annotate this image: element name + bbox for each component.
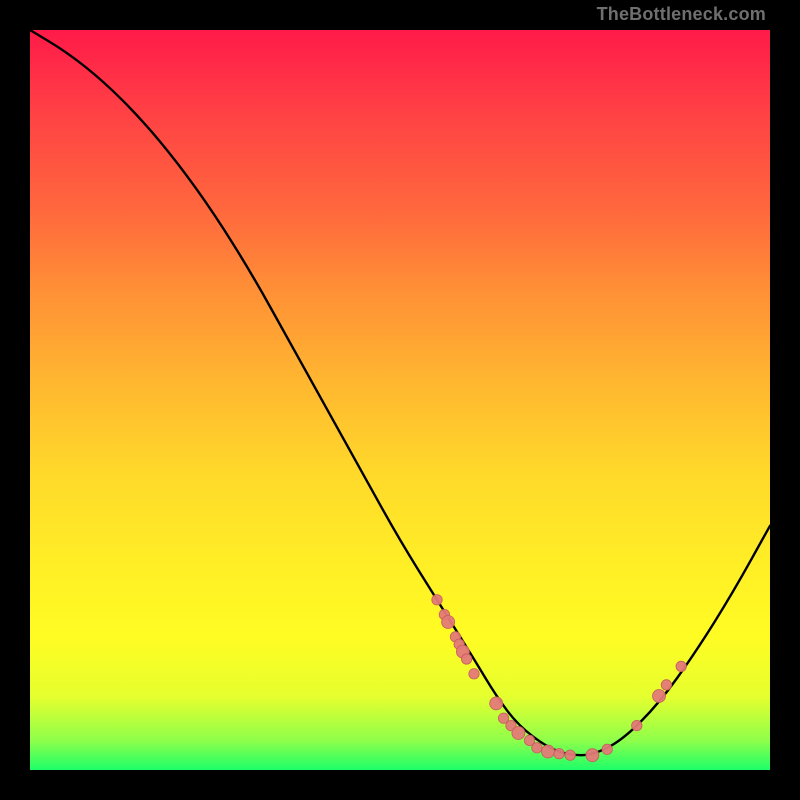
bottleneck-curve: [30, 30, 770, 755]
marker-layer: [432, 595, 687, 762]
data-marker: [586, 749, 599, 762]
data-marker: [432, 595, 442, 605]
plot-area: [30, 30, 770, 770]
chart-overlay: [30, 30, 770, 770]
data-marker: [542, 745, 555, 758]
data-marker: [442, 616, 455, 629]
data-marker: [490, 697, 503, 710]
data-marker: [602, 744, 612, 754]
data-marker: [661, 680, 671, 690]
chart-stage: TheBottleneck.com: [0, 0, 800, 800]
data-marker: [632, 720, 642, 730]
data-marker: [532, 743, 542, 753]
data-marker: [461, 654, 471, 664]
data-marker: [512, 727, 525, 740]
data-marker: [676, 661, 686, 671]
data-marker: [469, 669, 479, 679]
data-marker: [565, 750, 575, 760]
data-marker: [653, 690, 666, 703]
data-marker: [554, 749, 564, 759]
watermark-text: TheBottleneck.com: [597, 4, 766, 25]
